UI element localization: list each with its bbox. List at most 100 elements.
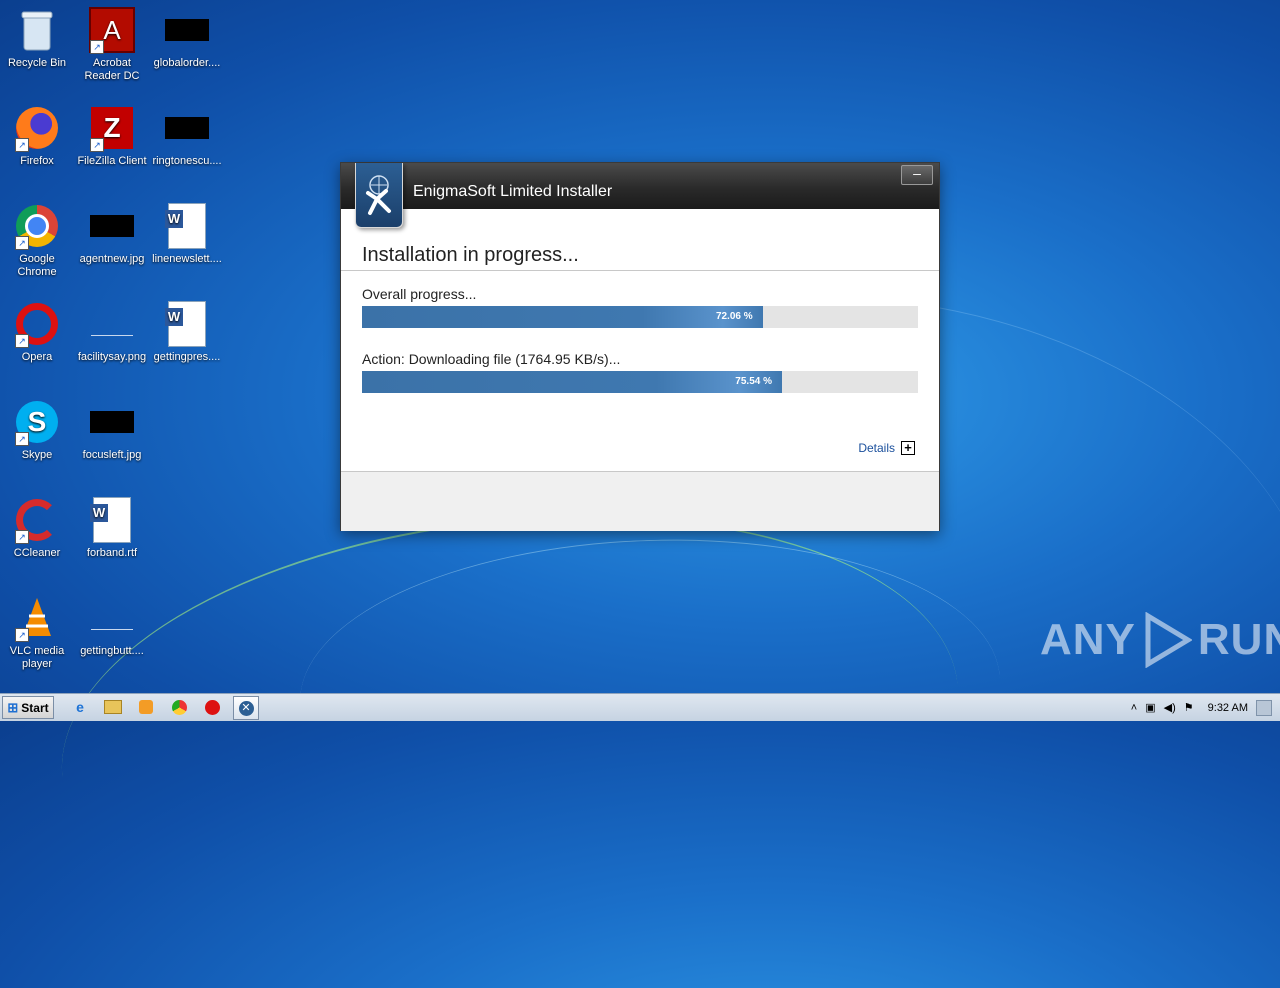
redacted-file-icon <box>163 104 211 152</box>
enigmasoft-logo-icon <box>355 163 403 228</box>
desktop-icon-label: forband.rtf <box>86 547 138 559</box>
title-bar[interactable]: EnigmaSoft Limited Installer ‒ <box>341 163 939 228</box>
file-explorer-icon[interactable] <box>101 696 125 718</box>
firefox-icon: ↗ <box>13 104 61 152</box>
desktop-icon-label: agentnew.jpg <box>79 253 145 265</box>
divider <box>341 270 939 271</box>
desktop-icon-label: facilitysay.png <box>77 351 147 363</box>
details-label[interactable]: Details <box>858 441 895 455</box>
desktop-icon-label: VLC media player <box>9 645 65 670</box>
media-player-icon[interactable] <box>134 696 158 718</box>
shortcut-arrow-icon: ↗ <box>15 334 29 348</box>
action-progress-bar: 75.54 % <box>362 371 918 393</box>
expand-plus-icon[interactable]: + <box>901 441 915 455</box>
shortcut-arrow-icon: ↗ <box>15 138 29 152</box>
overall-progress-label: Overall progress... <box>362 286 477 302</box>
desktop-icon[interactable]: ↗ Firefox <box>0 100 74 168</box>
enigmasoft-installer-icon[interactable]: ✕ <box>233 696 259 720</box>
desktop-icon[interactable]: ↗ CCleaner <box>0 492 74 560</box>
shortcut-arrow-icon: ↗ <box>15 432 29 446</box>
word-document-icon: W <box>88 496 136 544</box>
clock[interactable]: 9:32 AM <box>1208 702 1248 714</box>
progress-heading: Installation in progress... <box>362 244 579 266</box>
shortcut-arrow-icon: ↗ <box>15 628 29 642</box>
windows-logo-icon: ⊞ <box>7 699 19 715</box>
play-logo-icon <box>1145 612 1192 668</box>
show-desktop-button[interactable] <box>1256 699 1272 716</box>
desktop-icon[interactable]: A ↗ Acrobat Reader DC <box>75 2 149 83</box>
watermark-text-left: ANY <box>1040 615 1136 664</box>
desktop-icon[interactable]: facilitysay.png <box>75 296 149 364</box>
desktop-icon[interactable]: globalorder.... <box>150 2 224 70</box>
filezilla-icon: Z ↗ <box>88 104 136 152</box>
action-progress-percent: 75.54 % <box>735 376 772 387</box>
desktop-icon-label: Opera <box>21 351 53 363</box>
desktop-icon-label: linenewslett.... <box>152 253 222 265</box>
desktop-icon-label: FileZilla Client <box>77 155 147 167</box>
chrome-icon[interactable] <box>167 696 191 718</box>
vlc-icon: ↗ <box>13 594 61 642</box>
word-document-icon: W <box>163 202 211 250</box>
overall-progress-bar: 72.06 % <box>362 306 918 328</box>
window-title: EnigmaSoft Limited Installer <box>413 183 613 200</box>
desktop-icon-label: gettingbutt.... <box>80 645 144 657</box>
start-button[interactable]: ⊞ Start <box>2 696 54 719</box>
action-center-flag-icon[interactable]: ⚑ <box>1184 701 1194 714</box>
desktop-icon[interactable]: ringtonescu.... <box>150 100 224 168</box>
internet-explorer-icon[interactable]: e <box>68 696 92 718</box>
desktop-icon[interactable]: agentnew.jpg <box>75 198 149 266</box>
desktop-icon-label: globalorder.... <box>153 57 221 69</box>
installer-window: EnigmaSoft Limited Installer ‒ Installat… <box>340 162 940 531</box>
desktop-icon-label: focusleft.jpg <box>82 449 142 461</box>
action-progress-fill: 75.54 % <box>362 371 782 393</box>
desktop-icon[interactable]: ↗ VLC media player <box>0 590 74 671</box>
ccleaner-icon: ↗ <box>13 496 61 544</box>
skype-icon: S ↗ <box>13 398 61 446</box>
shortcut-arrow-icon: ↗ <box>15 530 29 544</box>
details-toggle[interactable]: Details + <box>858 441 915 455</box>
desktop-icon-label: Google Chrome <box>17 253 57 278</box>
desktop-icon-label: CCleaner <box>13 547 61 559</box>
desktop-icon[interactable]: Z ↗ FileZilla Client <box>75 100 149 168</box>
desktop-icon[interactable]: focusleft.jpg <box>75 394 149 462</box>
chrome-icon: ↗ <box>13 202 61 250</box>
show-hidden-icons-icon[interactable]: ˄ <box>1131 702 1137 714</box>
watermark-text-right: RUN <box>1197 615 1280 664</box>
word-document-icon: W <box>163 300 211 348</box>
action-label: Action: Downloading file (1764.95 KB/s).… <box>362 351 621 367</box>
desktop-icon[interactable]: gettingbutt.... <box>75 590 149 658</box>
overall-progress-fill: 72.06 % <box>362 306 763 328</box>
recycle-bin-icon <box>13 6 61 54</box>
redacted-file-icon <box>88 202 136 250</box>
desktop-icon-label: Skype <box>21 449 53 461</box>
image-file-icon <box>88 300 136 348</box>
taskbar: ⊞ Start e ✕ ˄ ▣ ◀) ⚑ 9:32 AM <box>0 693 1280 721</box>
overall-progress-percent: 72.06 % <box>715 311 753 322</box>
desktop-icon[interactable]: ↗ Opera <box>0 296 74 364</box>
redacted-file-icon <box>163 6 211 54</box>
shortcut-arrow-icon: ↗ <box>90 138 104 152</box>
shortcut-arrow-icon: ↗ <box>15 236 29 250</box>
opera-icon: ↗ <box>13 300 61 348</box>
desktop-icon[interactable]: S ↗ Skype <box>0 394 74 462</box>
window-footer <box>341 471 939 531</box>
acrobat-reader-icon: A ↗ <box>88 6 136 54</box>
desktop-icon-label: Acrobat Reader DC <box>84 57 140 82</box>
desktop-icon[interactable]: Recycle Bin <box>0 2 74 70</box>
desktop-icon-label: ringtonescu.... <box>152 155 222 167</box>
desktop-icon[interactable]: Wgettingpres.... <box>150 296 224 364</box>
network-icon[interactable]: ▣ <box>1145 701 1155 714</box>
start-label: Start <box>21 700 49 715</box>
volume-icon[interactable]: ◀) <box>1164 701 1176 714</box>
system-tray: ˄ ▣ ◀) ⚑ 9:32 AM <box>1131 694 1280 721</box>
desktop-icon-label: Recycle Bin <box>7 57 67 69</box>
desktop-icon-label: Firefox <box>20 155 54 167</box>
redacted-file-icon <box>88 398 136 446</box>
desktop-icon[interactable]: Wlinenewslett.... <box>150 198 224 266</box>
shortcut-arrow-icon: ↗ <box>90 40 104 54</box>
desktop-icon[interactable]: ↗ Google Chrome <box>0 198 74 279</box>
anyrun-watermark: ANY RUN <box>1040 612 1280 668</box>
minimize-button[interactable]: ‒ <box>901 165 933 185</box>
desktop-icon[interactable]: Wforband.rtf <box>75 492 149 560</box>
opera-icon[interactable] <box>200 696 224 718</box>
